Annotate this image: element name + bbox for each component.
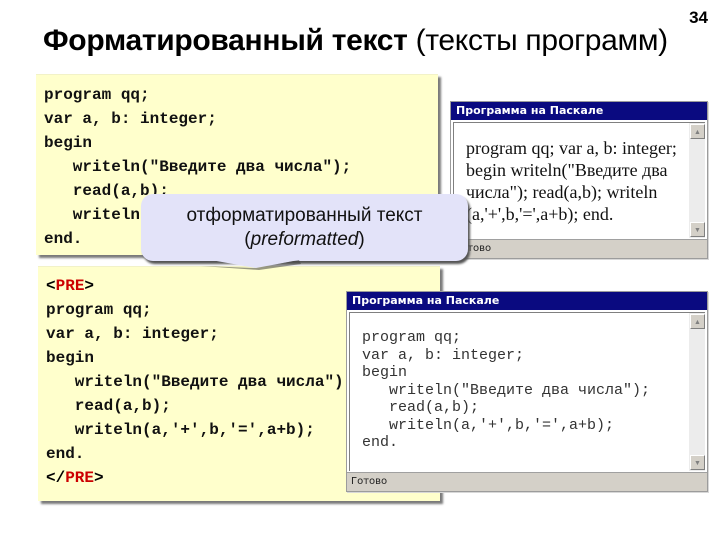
window-content: program qq; var a, b: integer; begin wri… xyxy=(349,312,705,471)
scroll-down-arrow-icon[interactable]: ▼ xyxy=(690,455,705,470)
code-line: var a, b: integer; xyxy=(46,325,219,343)
window-content: program qq; var a, b: integer; begin wri… xyxy=(453,122,705,238)
window-titlebar: Программа на Паскале xyxy=(347,292,707,310)
code-line: end. xyxy=(46,445,85,463)
scroll-down-arrow-icon[interactable]: ▼ xyxy=(690,222,705,237)
scroll-up-arrow-icon[interactable]: ▲ xyxy=(690,314,705,329)
status-bar: Готово xyxy=(347,472,707,491)
browser-window-pre: Программа на Паскале program qq; var a, … xyxy=(346,291,708,492)
tag-bracket: </ xyxy=(46,469,66,487)
window-titlebar: Программа на Паскале xyxy=(451,102,707,120)
code-line: begin xyxy=(46,349,95,367)
title-subtitle: (тексты программ) xyxy=(415,24,669,57)
callout-bubble: отформатированный текст (preformatted) xyxy=(141,194,468,270)
paren: ) xyxy=(358,229,365,250)
browser-window-plain: Программа на Паскале program qq; var a, … xyxy=(450,101,708,259)
title-main: Форматированный текст xyxy=(43,24,408,57)
scroll-up-arrow-icon[interactable]: ▲ xyxy=(690,124,705,139)
code-line: var a, b: integer; xyxy=(44,110,217,128)
tag-bracket: > xyxy=(84,277,95,295)
rendered-preformatted-text: program qq; var a, b: integer; begin wri… xyxy=(362,329,651,451)
tag-name: PRE xyxy=(65,469,95,487)
callout-line1: отформатированный текст xyxy=(186,205,423,226)
tag-bracket: > xyxy=(94,469,104,487)
code-line: end. xyxy=(44,230,83,248)
code-line: program qq; xyxy=(44,86,150,104)
slide-number: 34 xyxy=(689,8,708,27)
code-line: begin xyxy=(44,134,93,152)
code-line: program qq; xyxy=(46,301,152,319)
vertical-scrollbar[interactable]: ▲ ▼ xyxy=(689,123,705,238)
code-line: read(a,b); xyxy=(46,397,171,415)
code-line: writeln(a,'+',b,'=',a+b); xyxy=(46,421,315,439)
tag-bracket: < xyxy=(46,277,56,295)
status-bar: Готово xyxy=(451,239,707,258)
rendered-text: program qq; var a, b: integer; begin wri… xyxy=(466,138,677,224)
slide-title: Форматированный текст (тексты программ) xyxy=(43,24,668,58)
vertical-scrollbar[interactable]: ▲ ▼ xyxy=(689,313,705,471)
callout-tail xyxy=(201,260,301,270)
tag-name: PRE xyxy=(55,277,85,295)
code-line: writeln("Введите два числа"); xyxy=(46,373,354,391)
pre-open-tag: <PRE> xyxy=(46,277,94,295)
code-line: writeln("Введите два числа"); xyxy=(44,158,352,176)
pre-close-tag: </PRE> xyxy=(46,469,104,487)
